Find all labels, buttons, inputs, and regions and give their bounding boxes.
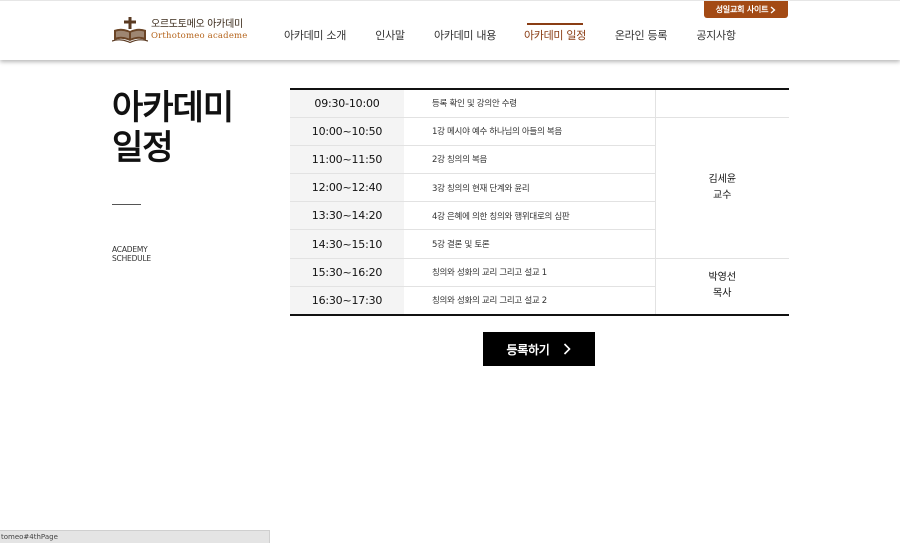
- topic-cell: 칭의와 성화의 교리 그리고 설교 2: [432, 296, 547, 307]
- lecturer-title: 교수: [713, 189, 732, 201]
- nav-item-online-registration[interactable]: 온라인 등록: [615, 27, 668, 43]
- site-header: 오르도토메오 아카데미 Orthotomeo academe 성일교회 사이트 …: [0, 0, 900, 60]
- title-divider: [112, 204, 141, 205]
- logo-name-ko: 오르도토메오 아카데미: [151, 18, 243, 30]
- nav-item-academy-schedule[interactable]: 아카데미 일정: [524, 27, 586, 43]
- lecturer-name: 김세윤: [708, 173, 737, 185]
- topic-cell: 칭의와 성화의 교리 그리고 설교 1: [404, 258, 655, 287]
- open-bible-cross-icon: [112, 17, 148, 44]
- topic-cell: 등록 확인 및 강의안 수령: [404, 89, 655, 118]
- table-row: 15:30~16:20 칭의와 성화의 교리 그리고 설교 1 박영선 목사: [290, 258, 789, 316]
- lecturer-cell: 박영선 목사: [654, 258, 789, 316]
- time-cell: 12:00~12:40: [290, 173, 404, 203]
- time-cell: 13:30~14:20: [290, 201, 404, 231]
- nav-item-academy-content[interactable]: 아카데미 내용: [434, 27, 496, 43]
- table-row: 10:00~10:50 1강 메시야 예수 하나님의 아들의 복음 김세윤 교수: [290, 117, 789, 259]
- nav-item-academy-intro[interactable]: 아카데미 소개: [284, 27, 346, 43]
- lecturer-cell: 김세윤 교수: [654, 117, 789, 259]
- topic-cell: 3강 칭의의 현재 단계와 윤리: [404, 173, 655, 203]
- topic-cell: 1강 메시야 예수 하나님의 아들의 복음: [404, 117, 655, 146]
- page-subtitle: ACADEMY SCHEDULE: [112, 245, 151, 263]
- chevron-right-icon: [770, 6, 776, 13]
- time-cell: 10:00~10:50: [290, 117, 404, 146]
- time-cell: 15:30~16:20: [290, 258, 404, 287]
- nav-item-greeting[interactable]: 인사말: [375, 27, 405, 43]
- time-cell: 11:00~11:50: [290, 145, 404, 175]
- time-cell: 16:30~17:30: [290, 286, 404, 315]
- register-button[interactable]: 등록하기: [483, 332, 595, 366]
- page-title: 아카데미 일정: [112, 88, 234, 168]
- lecturer-title: 목사: [713, 288, 732, 300]
- nav-item-notices[interactable]: 공지사항: [696, 27, 736, 43]
- time-cell: 14:30~15:10: [290, 229, 404, 259]
- topic-cell: 5강 결론 및 토론: [404, 229, 655, 259]
- chevron-right-icon: [564, 343, 572, 355]
- logo-name-en: Orthotomeo academe: [151, 30, 248, 41]
- church-site-button[interactable]: 성일교회 사이트: [704, 1, 788, 18]
- topic-cell: 4강 은혜에 의한 칭의와 행위대로의 심판: [404, 201, 655, 231]
- table-row: 09:30-10:00 등록 확인 및 강의안 수령: [290, 89, 789, 118]
- topic-cell: 2강 칭의의 복음: [404, 145, 655, 175]
- browser-status-bar: tomeo#4thPage: [0, 530, 270, 543]
- schedule-table: 09:30-10:00 등록 확인 및 강의안 수령 10:00~10:50 1…: [290, 88, 789, 316]
- lecturer-cell-empty: [654, 89, 789, 118]
- register-button-label: 등록하기: [506, 342, 550, 357]
- church-site-button-label: 성일교회 사이트: [715, 5, 769, 14]
- site-logo[interactable]: 오르도토메오 아카데미 Orthotomeo academe: [112, 15, 248, 45]
- time-cell: 09:30-10:00: [290, 89, 404, 118]
- active-nav-indicator: [527, 23, 583, 25]
- lecturer-name: 박영선: [708, 272, 737, 284]
